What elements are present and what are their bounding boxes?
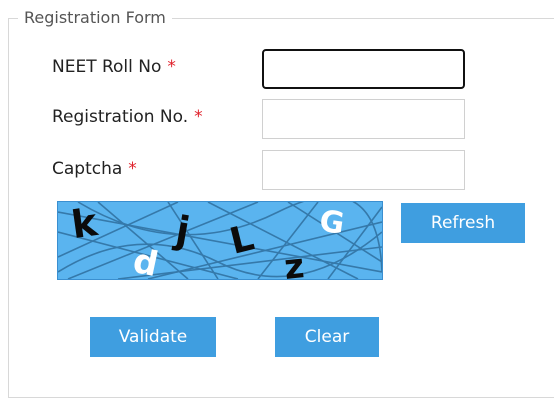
required-marker: * [167, 57, 176, 77]
required-marker: * [194, 107, 203, 127]
captcha-label: Captcha * [52, 158, 137, 180]
required-marker: * [128, 159, 137, 179]
registration-no-label-text: Registration No. [52, 107, 189, 127]
captcha-char: G [317, 204, 346, 242]
validate-button[interactable]: Validate [90, 317, 216, 357]
refresh-captcha-button[interactable]: Refresh [401, 203, 525, 243]
roll-no-input[interactable] [262, 49, 465, 89]
clear-button[interactable]: Clear [275, 317, 379, 357]
roll-no-label-text: NEET Roll No [52, 57, 162, 77]
registration-no-label: Registration No. * [52, 106, 203, 128]
form-legend: Registration Form [18, 8, 172, 28]
roll-no-label: NEET Roll No * [52, 56, 176, 78]
captcha-label-text: Captcha [52, 159, 123, 179]
captcha-input[interactable] [262, 150, 465, 190]
captcha-image: k d j L z G [57, 201, 383, 280]
registration-no-input[interactable] [262, 99, 465, 139]
